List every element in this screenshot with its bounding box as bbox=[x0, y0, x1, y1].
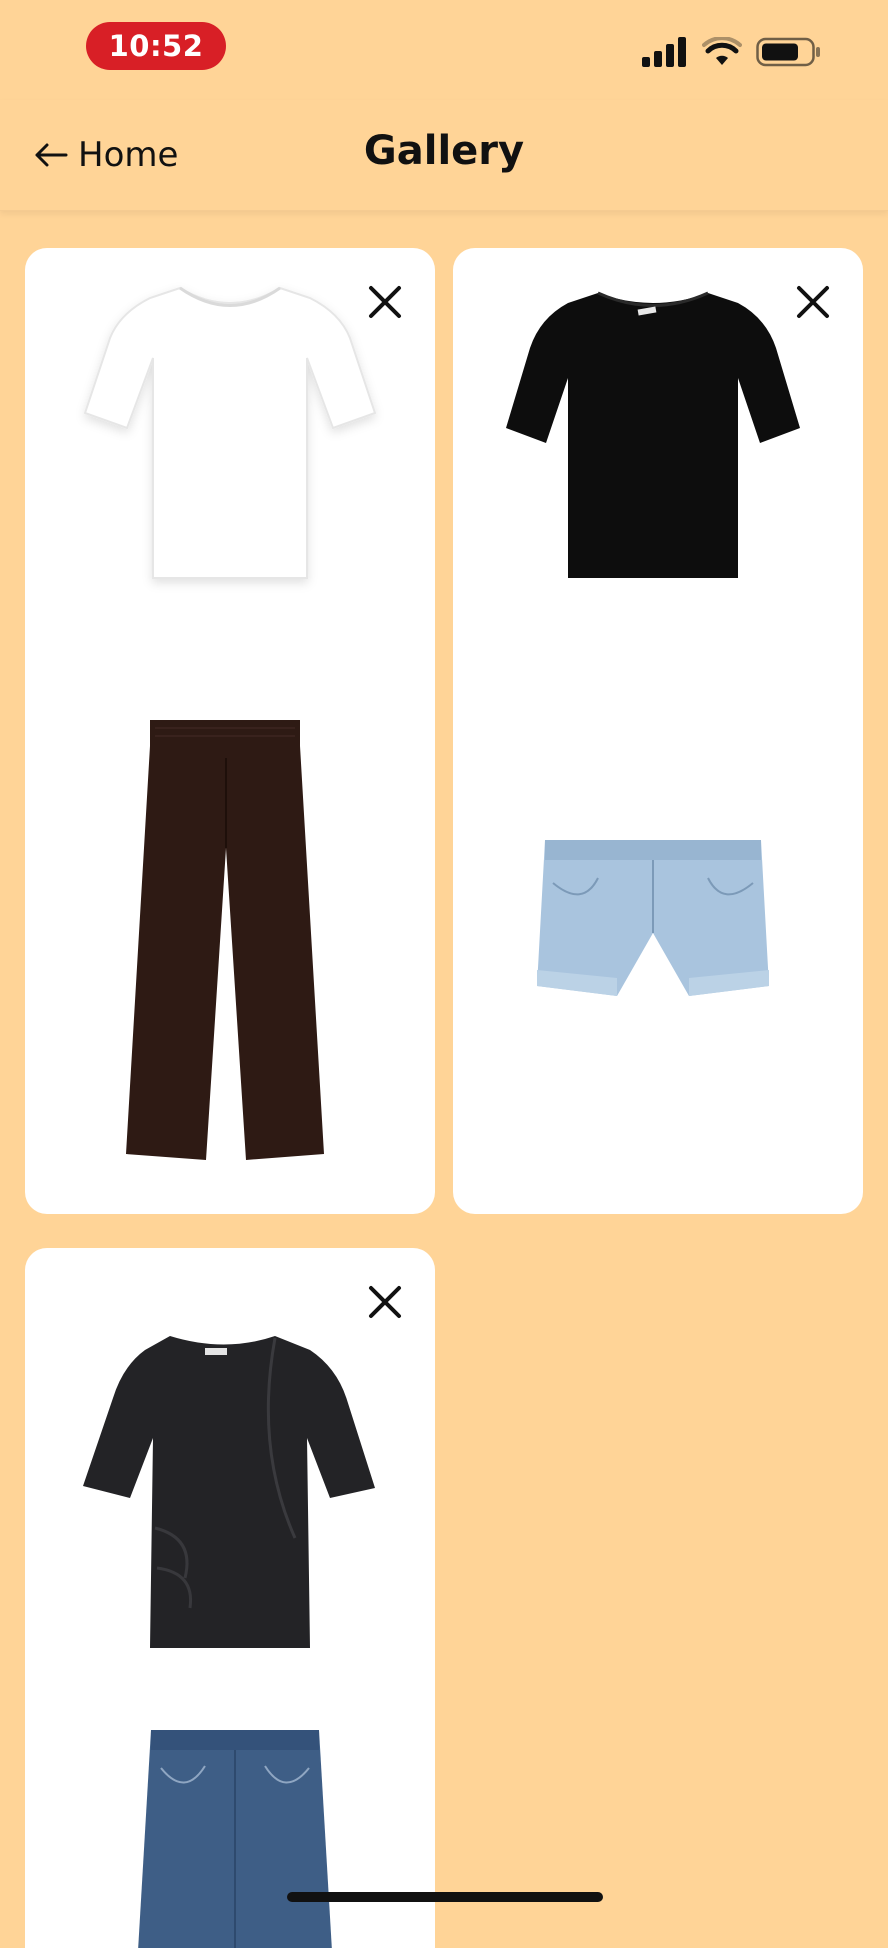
jeans-image bbox=[138, 1730, 332, 1948]
signal-icon bbox=[642, 37, 686, 67]
home-indicator[interactable] bbox=[287, 1892, 603, 1902]
brown-trousers-image bbox=[126, 720, 324, 1160]
wifi-icon bbox=[702, 37, 742, 65]
outfit-card[interactable] bbox=[453, 248, 863, 1214]
black-t-shirt-image bbox=[506, 291, 800, 578]
status-icons bbox=[642, 34, 822, 70]
status-bar: 10:52 bbox=[0, 0, 888, 100]
page-title: Gallery bbox=[363, 128, 525, 174]
battery-icon bbox=[756, 37, 820, 67]
denim-shorts-image bbox=[537, 840, 769, 996]
close-icon[interactable] bbox=[365, 1282, 405, 1322]
outfit-card[interactable] bbox=[25, 1248, 435, 1948]
app-header: Home Gallery bbox=[0, 100, 888, 211]
status-time: 10:52 bbox=[86, 22, 226, 70]
draped-t-shirt-image bbox=[83, 1336, 375, 1648]
outfit-card[interactable] bbox=[25, 248, 435, 1214]
white-t-shirt-image bbox=[83, 286, 377, 579]
